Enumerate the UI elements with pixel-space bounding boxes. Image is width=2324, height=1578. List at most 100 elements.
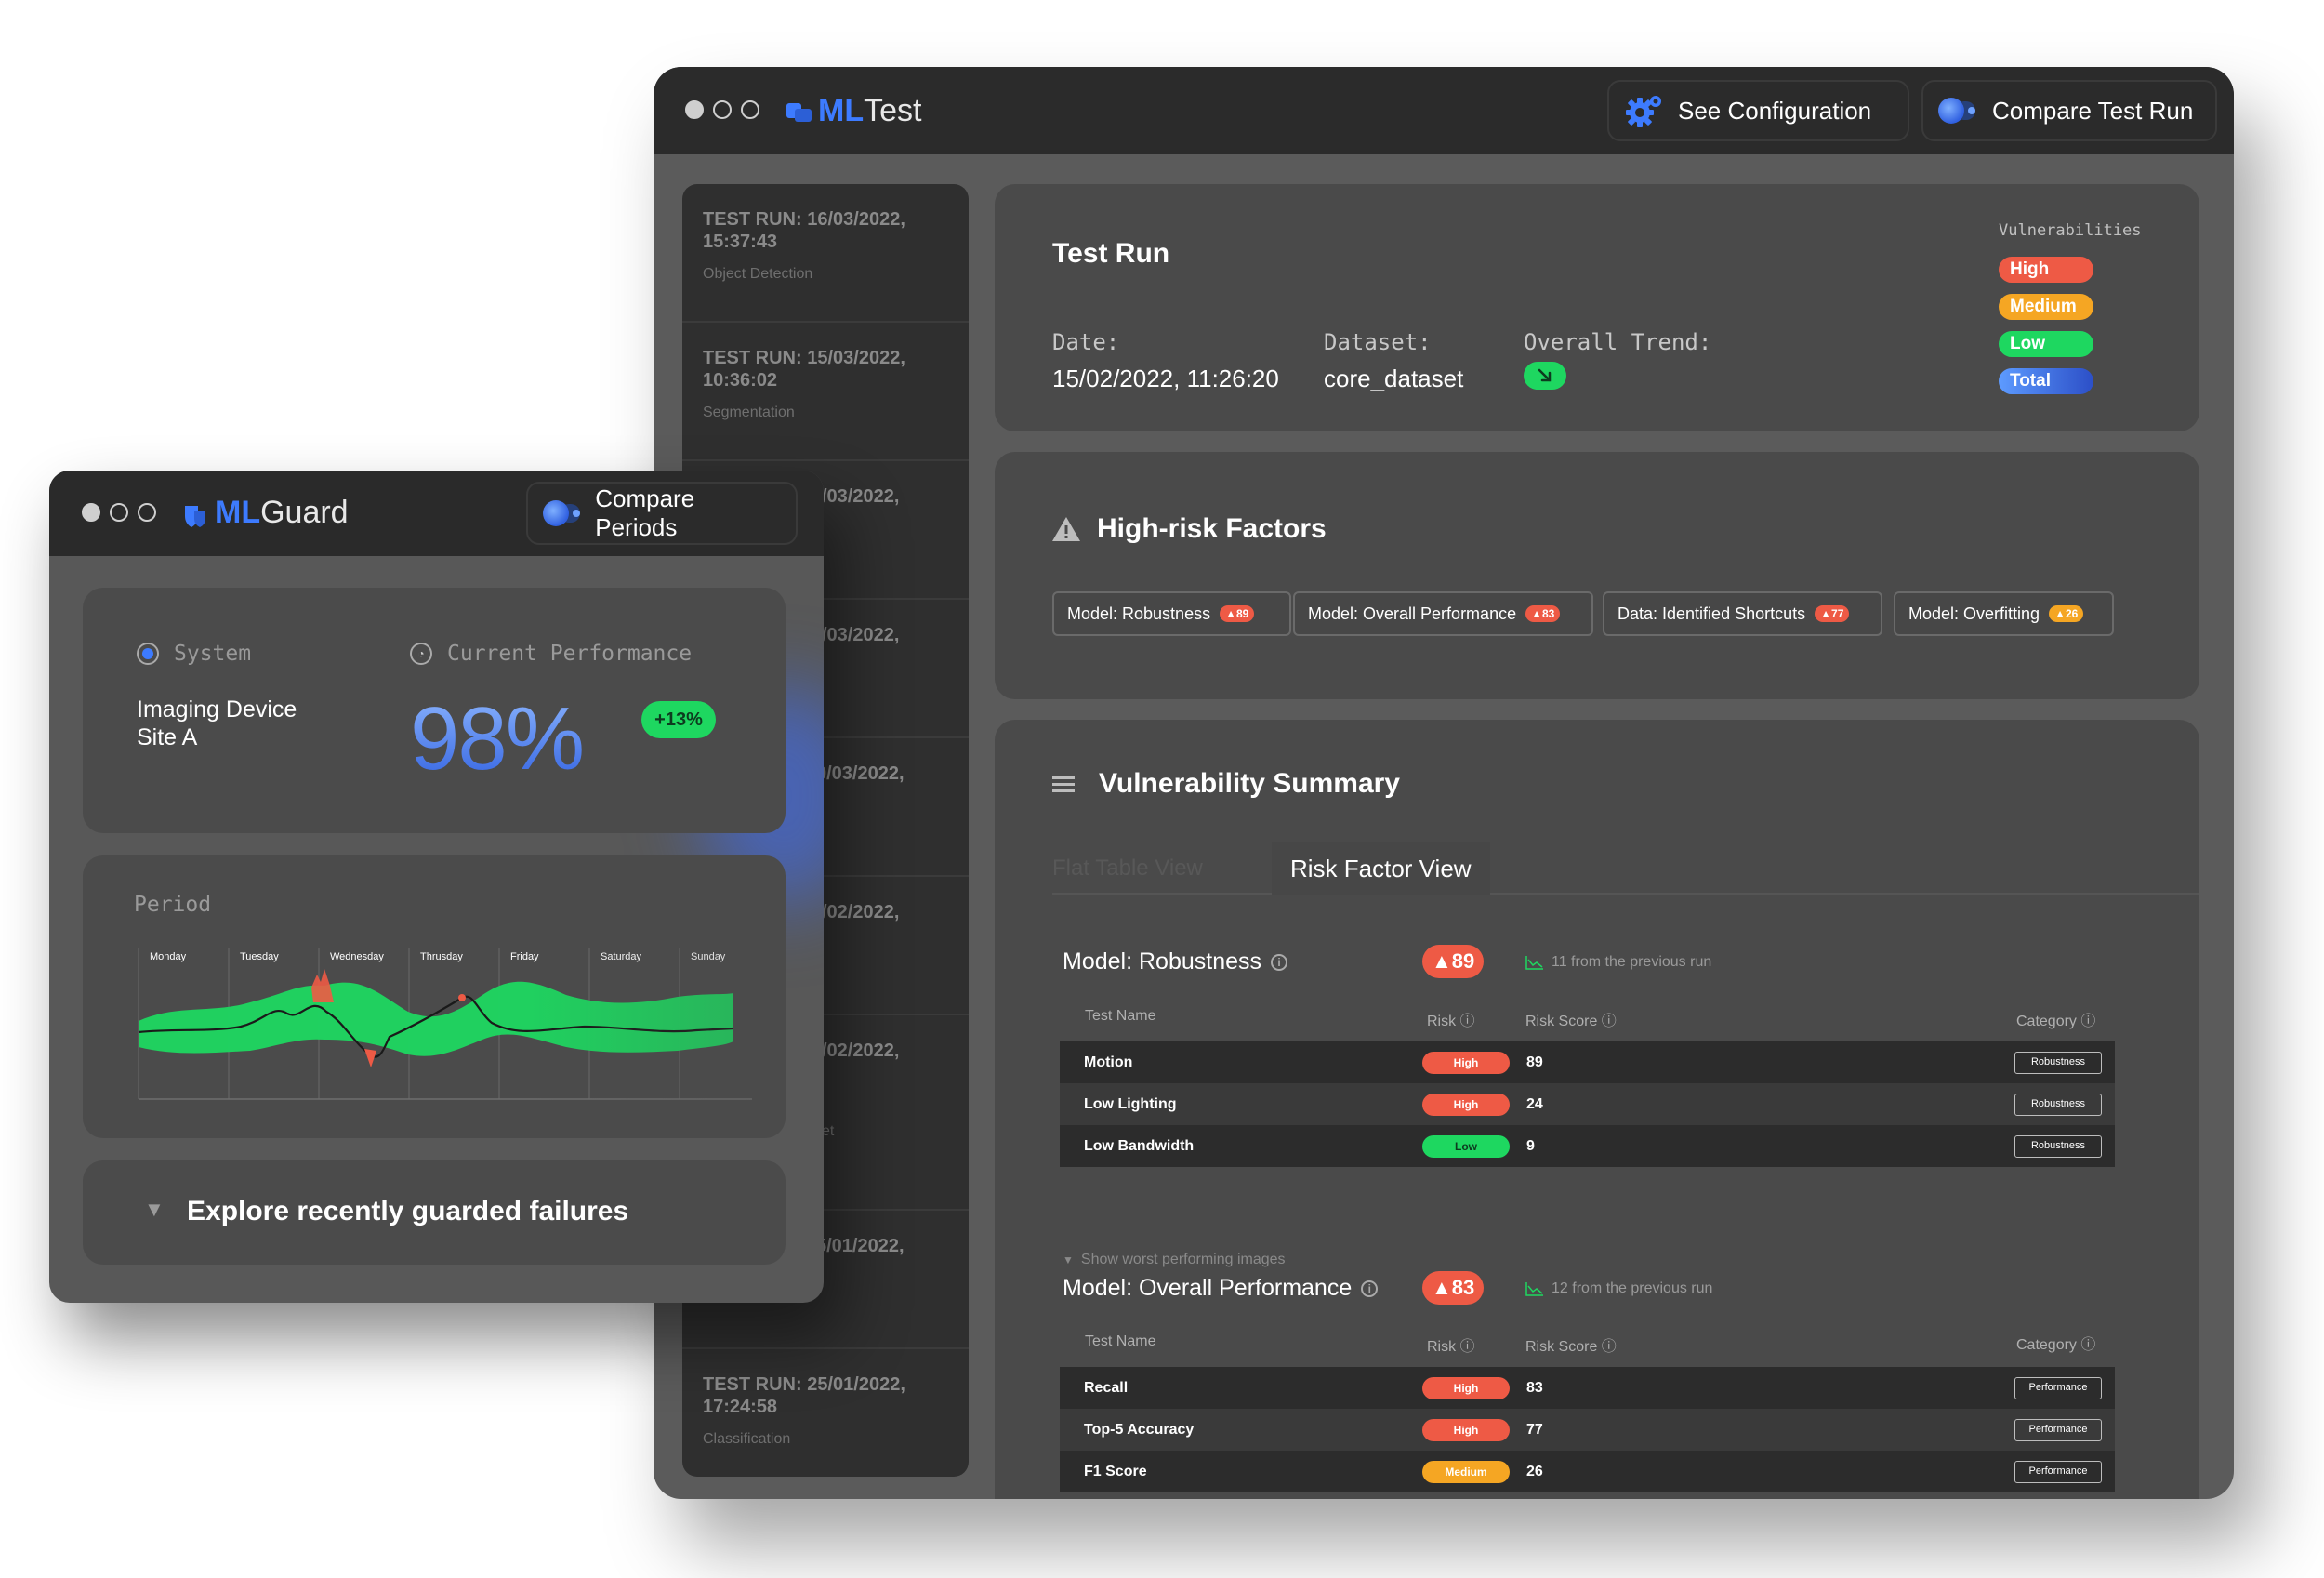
chip-badge: ▲89	[1220, 605, 1255, 622]
mlguard-titlebar: ML Guard Compare Periods	[49, 471, 824, 556]
explore-failures-card[interactable]: ▼ Explore recently guarded failures	[83, 1160, 786, 1265]
vulnerabilities-title: Vulnerabilities	[1999, 221, 2142, 240]
logo-product-text: Guard	[260, 495, 349, 530]
window-close-dot[interactable]	[82, 503, 100, 522]
vuln-total-pill: Total	[1999, 368, 2093, 394]
test-run-card: Test Run Date: 15/02/2022, 11:26:20 Data…	[995, 184, 2199, 431]
info-icon[interactable]: i	[1271, 953, 1288, 971]
period-chart: MondayTuesdayWednesdayThrusdayFridaySatu…	[138, 930, 786, 1138]
table-row[interactable]: Top-5 Accuracy High 77 Performance	[1060, 1409, 2115, 1451]
risk-factor-chip[interactable]: Data: Identified Shortcuts ▲77	[1603, 591, 1882, 636]
category-tag[interactable]: Performance	[2014, 1460, 2102, 1483]
run-title: TEST RUN: 15/03/2022, 10:36:02	[703, 348, 905, 391]
risk-factor-chip[interactable]: Model: Overall Performance ▲83	[1293, 591, 1593, 636]
category-tag[interactable]: Robustness	[2014, 1134, 2102, 1158]
day-label: Thrusday	[420, 951, 463, 962]
day-label: Monday	[150, 951, 187, 962]
summary-tabs: Flat Table View Risk Factor View	[1052, 842, 2199, 895]
risk-score: 89	[1526, 1054, 1543, 1070]
compare-periods-button[interactable]: Compare Periods	[526, 482, 798, 545]
trend-label: Overall Trend:	[1524, 329, 1712, 355]
risk-pill: High	[1422, 1376, 1510, 1399]
table-row[interactable]: Low Lighting High 24 Robustness	[1060, 1083, 2115, 1125]
window-close-dot[interactable]	[685, 100, 704, 119]
section-robustness-badge: ▲89	[1422, 945, 1485, 978]
category-tag[interactable]: Performance	[2014, 1376, 2102, 1399]
window-minimize-dot[interactable]	[713, 100, 732, 119]
section-performance-delta: 12 from the previous run	[1525, 1280, 1712, 1297]
category-tag[interactable]: Robustness	[2014, 1051, 2102, 1074]
chart-fade-overlay	[529, 930, 786, 1138]
compare-periods-label: Compare Periods	[595, 484, 695, 541]
test-name: Low Bandwidth	[1084, 1137, 1195, 1154]
gauge-icon: ◔	[410, 643, 432, 665]
col-test-name: Test Name	[1085, 1008, 1156, 1024]
col-risk-score: Risk Score ⓘ	[1525, 1339, 1617, 1355]
risk-factor-chip[interactable]: Model: Overfitting ▲26	[1894, 591, 2114, 636]
risk-pill: High	[1422, 1051, 1510, 1074]
run-list-item[interactable]: TEST RUN: 16/03/2022, 15:37:43 Object De…	[682, 184, 969, 323]
perf-label: Current Performance	[447, 642, 693, 666]
run-type: Segmentation	[703, 404, 795, 420]
table-row[interactable]: F1 Score Medium 26 Performance	[1060, 1451, 2115, 1492]
perf-value: 98%	[410, 689, 585, 789]
list-icon	[1052, 776, 1075, 792]
summary-header: Vulnerability Summary	[1052, 768, 1400, 800]
perf-label-row: ◔ Current Performance	[410, 642, 692, 666]
explore-failures-label: Explore recently guarded failures	[187, 1196, 629, 1227]
compare-test-run-label: Compare Test Run	[1992, 96, 2194, 125]
vuln-low: Low 13	[1999, 331, 2134, 357]
table-row[interactable]: Motion High 89 Robustness	[1060, 1041, 2115, 1083]
logo-ml-text: ML	[215, 495, 261, 530]
col-risk: Risk ⓘ	[1427, 1014, 1475, 1029]
run-type: et	[822, 1123, 835, 1139]
mlguard-window: ML Guard Compare Periods System Imaging …	[49, 471, 824, 1303]
run-list-item[interactable]: TEST RUN: 25/01/2022, 17:24:58 Classific…	[682, 1349, 969, 1477]
tab-risk-factor-view[interactable]: Risk Factor View	[1272, 842, 1490, 895]
vuln-medium: Medium 9	[1999, 294, 2134, 320]
see-configuration-button[interactable]: See Configuration	[1607, 80, 1909, 141]
gear-icon	[1624, 92, 1665, 129]
run-title: /02/2022,	[822, 1041, 900, 1061]
mltest-logo: ML Test	[786, 93, 921, 129]
table-row[interactable]: Recall High 83 Performance	[1060, 1367, 2115, 1409]
risk-score: 83	[1526, 1379, 1543, 1396]
test-run-title: Test Run	[1052, 238, 1170, 269]
category-tag[interactable]: Performance	[2014, 1418, 2102, 1441]
risk-score: 26	[1526, 1463, 1543, 1479]
run-title: 0/03/2022,	[816, 763, 905, 784]
show-worst-images-link[interactable]: ▼ Show worst performing images	[1063, 1252, 1286, 1268]
risk-pill: High	[1422, 1093, 1510, 1116]
run-title: 5/01/2022,	[816, 1236, 905, 1256]
section-robustness-title: Model: Robustness i	[1063, 948, 1288, 975]
risk-factor-chip[interactable]: Model: Robustness ▲89	[1052, 591, 1291, 636]
col-test-name: Test Name	[1085, 1333, 1156, 1349]
window-maximize-dot[interactable]	[138, 503, 156, 522]
mltest-window: ML Test See Configuration Compare Test R…	[654, 67, 2234, 1499]
vulnerability-legend: High 7 Medium 9 Low 13 Total 29	[1999, 257, 2147, 394]
window-maximize-dot[interactable]	[741, 100, 759, 119]
chip-label: Model: Overall Performance	[1308, 603, 1517, 623]
high-risk-header: High-risk Factors	[1050, 513, 1327, 545]
day-label: Tuesday	[240, 951, 279, 962]
date-label: Date:	[1052, 329, 1120, 355]
performance-card: System Imaging Device Site A ◔ Current P…	[83, 588, 786, 833]
risk-score: 77	[1526, 1421, 1543, 1438]
chip-label: Model: Robustness	[1067, 603, 1211, 623]
table-row[interactable]: Low Bandwidth Low 9 Robustness	[1060, 1125, 2115, 1167]
category-tag[interactable]: Robustness	[2014, 1093, 2102, 1116]
day-label: Wednesday	[330, 951, 384, 962]
test-name: F1 Score	[1084, 1463, 1147, 1479]
vuln-medium-pill: Medium	[1999, 294, 2093, 320]
vuln-total: Total 29	[1999, 368, 2134, 394]
run-list-item[interactable]: TEST RUN: 15/03/2022, 10:36:02 Segmentat…	[682, 323, 969, 461]
mltest-titlebar: ML Test See Configuration Compare Test R…	[654, 67, 2234, 154]
window-minimize-dot[interactable]	[110, 503, 128, 522]
compare-test-run-button[interactable]: Compare Test Run	[1921, 80, 2217, 141]
run-title: /03/2022,	[822, 625, 900, 645]
tab-flat-table-view[interactable]: Flat Table View	[1052, 855, 1203, 882]
info-icon[interactable]: i	[1361, 1280, 1379, 1297]
anomaly-dip	[364, 1049, 376, 1067]
trend-badge	[1524, 362, 1566, 390]
run-title: TEST RUN: 16/03/2022, 15:37:43	[703, 209, 905, 252]
